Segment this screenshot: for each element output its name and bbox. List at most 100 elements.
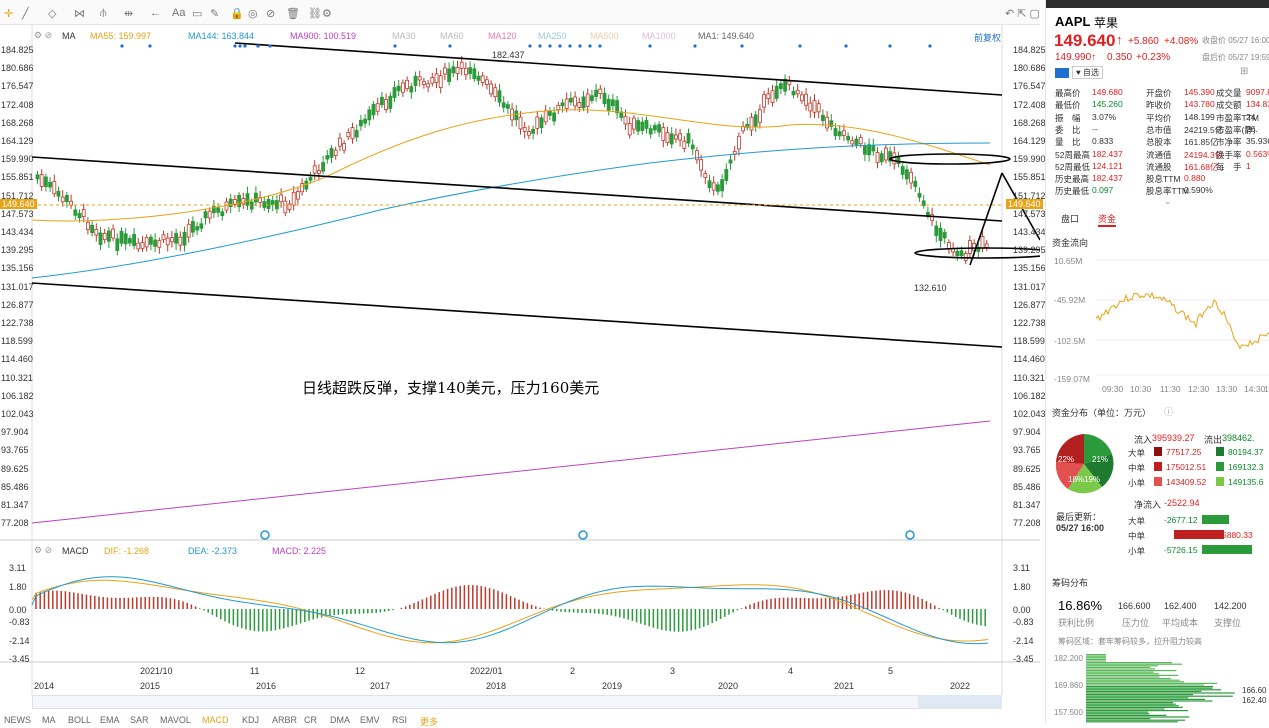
chip-bar — [1086, 671, 1154, 673]
event-dot — [256, 44, 260, 48]
trash-icon[interactable]: 🗑 — [286, 7, 300, 20]
candle-body — [606, 98, 611, 111]
macd-value-label: MACD: 2.225 — [272, 546, 327, 556]
text-icon[interactable]: Aa — [172, 7, 185, 19]
settings-icon[interactable]: ⚙ — [322, 7, 332, 20]
fund-pie — [1055, 434, 1114, 494]
chips-axis-2: 169.860 — [1054, 681, 1083, 690]
back-icon[interactable]: ← — [150, 7, 161, 19]
chip-bar — [1086, 660, 1106, 662]
adjust-button[interactable]: 前复权 — [974, 31, 1001, 44]
left-price-tick: 114.460 — [1, 354, 33, 365]
note-icon[interactable]: ▭ — [192, 7, 202, 20]
candle-body — [569, 97, 573, 103]
year-navigator[interactable] — [32, 695, 1002, 709]
candle-body — [984, 243, 989, 248]
draw-line-icon[interactable]: ╱ — [22, 7, 29, 20]
left-price-tick: 102.043 — [1, 409, 34, 419]
ma1000-label[interactable]: MA1000 — [642, 31, 676, 41]
crosshair-icon[interactable]: ✛ — [4, 7, 13, 20]
candle-body — [682, 140, 687, 149]
dist-row-label: 中单 — [1128, 463, 1146, 473]
candle-body — [749, 116, 754, 131]
link-icon[interactable]: ⛓ — [308, 7, 322, 20]
candle-body — [480, 75, 485, 83]
chip-bar — [1086, 658, 1106, 660]
candle-body — [367, 109, 372, 121]
chips-axis-1: 182.200 — [1054, 654, 1083, 663]
candle-body — [140, 241, 145, 249]
ma1-label[interactable]: MA1: 149.640 — [698, 31, 754, 41]
favorite-label: 自选 — [1082, 68, 1099, 77]
candle-body — [846, 135, 850, 141]
ma-label[interactable]: MA — [62, 31, 76, 41]
collapse-icon[interactable]: ⌄ — [1164, 196, 1172, 207]
candle-body — [968, 240, 972, 254]
year-tick: 2016 — [256, 681, 277, 691]
left-price-tick: 122.738 — [1, 318, 34, 328]
chip-bar — [1086, 705, 1179, 707]
candle-body — [434, 73, 439, 83]
indicator-tab[interactable]: 更多 — [420, 715, 438, 728]
net-row-value: 5880.33 — [1222, 530, 1253, 540]
after-hours-pct: +0.23% — [1136, 52, 1171, 63]
candle-body — [308, 176, 313, 181]
help-icon[interactable]: ⓘ — [1164, 405, 1173, 418]
fork-icon[interactable]: ⫛ — [100, 7, 107, 20]
ma55-label[interactable]: MA55: 159.997 — [90, 31, 151, 41]
candle-body — [959, 250, 964, 257]
chip-bar — [1086, 700, 1213, 702]
candle-body — [791, 90, 796, 96]
ma120-label[interactable]: MA120 — [488, 31, 517, 41]
ma900-label[interactable]: MA900: 100.519 — [290, 31, 356, 41]
flow-time-tick: 1 — [1264, 384, 1269, 394]
left-price-tick: 118.599 — [1, 336, 33, 347]
candle-body — [695, 150, 699, 161]
last-price: 149.640 — [1054, 31, 1116, 50]
ma-settings-icons[interactable]: ⚙ ⊘ — [34, 30, 52, 41]
candle-body — [661, 127, 666, 141]
flow-time-tick: 14:30 — [1244, 384, 1266, 394]
tab-pankou[interactable]: 盘口 — [1061, 212, 1079, 225]
navigator-window[interactable] — [918, 695, 1002, 709]
candle-body — [963, 253, 968, 261]
event-dot — [798, 44, 802, 48]
ma500-label[interactable]: MA500 — [590, 31, 619, 41]
window-icons[interactable]: ↶ ⇱ ▢ — [1005, 7, 1040, 20]
ma250-label[interactable]: MA250 — [538, 31, 567, 41]
stat-cell: 市净率 — [1216, 137, 1242, 148]
price-tick: 147.573 — [1013, 208, 1046, 219]
macd-settings-icons[interactable]: ⚙ ⊘ — [34, 545, 52, 556]
ma60-label[interactable]: MA60 — [440, 31, 464, 41]
eye-icon[interactable]: ◎ — [248, 7, 258, 20]
ban-icon[interactable]: ⊘ — [266, 7, 275, 20]
candle-body — [636, 120, 640, 132]
lock-icon[interactable]: 🔒 — [230, 7, 244, 20]
macd-label[interactable]: MACD — [62, 546, 89, 556]
indicator-icon[interactable]: ⋈ — [74, 7, 85, 20]
kline-chart[interactable]: ⚙ ⊘ MA MA55: 159.997 MA144: 163.844 MA90… — [0, 25, 1056, 695]
shape-icon[interactable]: ◇ — [48, 7, 56, 20]
candle-body — [476, 75, 481, 81]
chip-bar — [1086, 698, 1205, 700]
candle-body — [821, 114, 825, 122]
avg-cost-label: 平均成本 — [1162, 618, 1199, 628]
flow-axis-tick: -45.92M — [1054, 295, 1086, 305]
candle-body — [65, 194, 69, 203]
stat-cell: 成交额 — [1216, 100, 1242, 111]
stat-cell: 26. — [1246, 123, 1258, 134]
candle-body — [489, 83, 494, 95]
pen-icon[interactable]: ✎ — [210, 7, 219, 20]
tab-zijin[interactable]: 资金 — [1098, 212, 1117, 227]
candle-body — [39, 174, 44, 187]
candle-body — [459, 61, 464, 69]
favorite-button[interactable]: ♥ 自选 — [1072, 66, 1103, 79]
measure-icon[interactable]: ⇹ — [124, 7, 133, 20]
panel-settings-icon[interactable]: ⊞ — [1240, 66, 1248, 77]
candle-body — [253, 192, 258, 203]
ma144-label[interactable]: MA144: 163.844 — [188, 31, 254, 41]
left-price-tick: 180.686 — [1, 63, 34, 74]
in-color-box — [1154, 462, 1162, 471]
ma30-label[interactable]: MA30 — [392, 31, 416, 41]
candle-body — [111, 228, 115, 239]
